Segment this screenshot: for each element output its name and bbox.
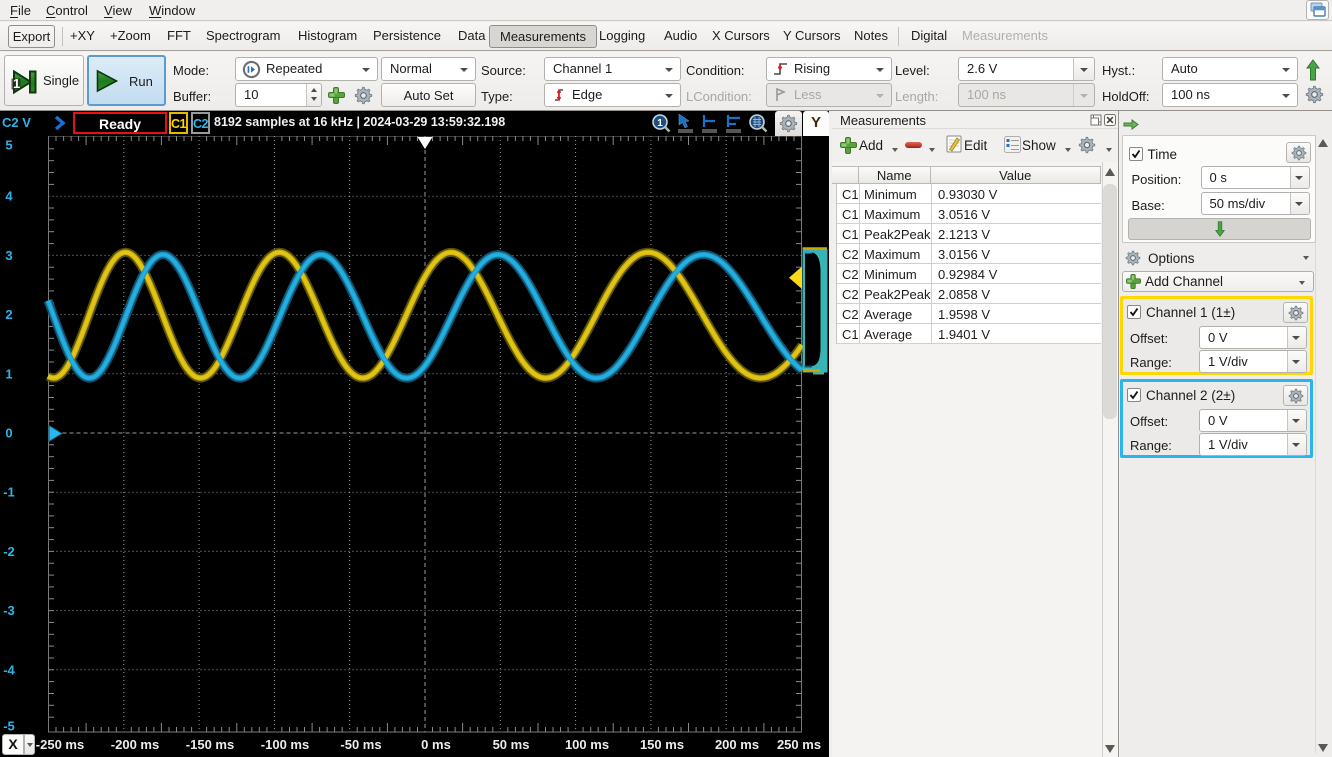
svg-text:-3: -3 — [3, 603, 15, 618]
svg-text:-200 ms: -200 ms — [111, 737, 159, 752]
svg-text:-1: -1 — [3, 485, 15, 500]
svg-text:1: 1 — [5, 366, 12, 381]
svg-text:-5: -5 — [3, 719, 15, 734]
svg-text:5: 5 — [5, 138, 12, 153]
svg-text:0: 0 — [5, 426, 12, 441]
svg-text:-100 ms: -100 ms — [261, 737, 309, 752]
svg-text:-150 ms: -150 ms — [186, 737, 234, 752]
svg-text:3: 3 — [5, 248, 12, 263]
svg-text:-4: -4 — [3, 662, 15, 677]
svg-text:-50 ms: -50 ms — [340, 737, 381, 752]
svg-text:100 ms: 100 ms — [565, 737, 609, 752]
svg-text:250 ms: 250 ms — [777, 737, 821, 752]
svg-text:200 ms: 200 ms — [715, 737, 759, 752]
svg-text:1: 1 — [13, 76, 20, 91]
svg-text:2: 2 — [5, 307, 12, 322]
svg-text:-250 ms: -250 ms — [36, 737, 84, 752]
svg-text:0 ms: 0 ms — [421, 737, 451, 752]
svg-text:50 ms: 50 ms — [493, 737, 530, 752]
svg-text:150 ms: 150 ms — [640, 737, 684, 752]
svg-text:4: 4 — [5, 189, 13, 204]
svg-text:-2: -2 — [3, 544, 15, 559]
svg-text:1: 1 — [657, 118, 663, 129]
